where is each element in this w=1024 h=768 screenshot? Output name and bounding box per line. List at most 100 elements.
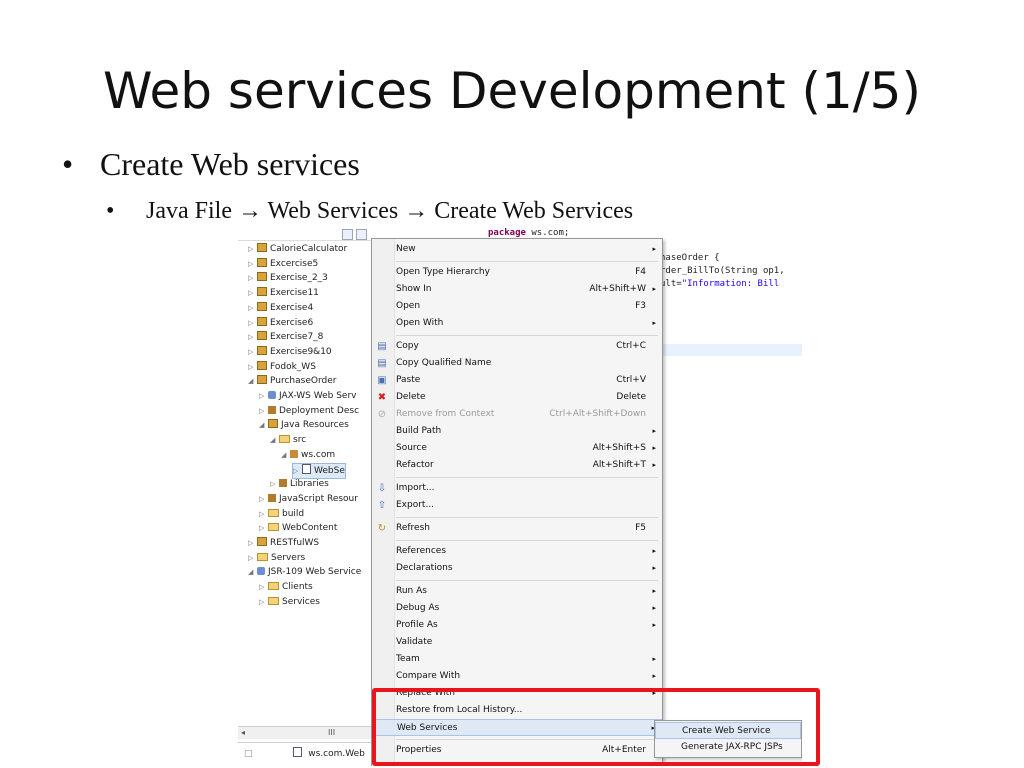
tree-item-label: Excercise5: [270, 258, 319, 269]
menu-item-debug-as[interactable]: Debug As ▸: [372, 600, 662, 617]
menu-item-refresh[interactable]: ↻ Refresh F5: [372, 520, 662, 537]
tree-item[interactable]: ◢ JSR-109 Web Service: [248, 565, 361, 579]
expand-twisty-icon[interactable]: ▷: [248, 551, 257, 565]
tree-item[interactable]: ◢ src: [270, 433, 306, 447]
menu-item-references[interactable]: References ▸: [372, 543, 662, 560]
menu-item-open-with[interactable]: Open With ▸: [372, 315, 662, 332]
expand-twisty-icon[interactable]: ◢: [248, 374, 257, 388]
tree-item[interactable]: ◢ ws.com: [281, 448, 335, 462]
expand-twisty-icon[interactable]: ▷: [259, 507, 268, 521]
expand-twisty-icon[interactable]: ▷: [248, 360, 257, 374]
expand-twisty-icon[interactable]: ▷: [259, 595, 268, 609]
slide-title: Web services Development (1/5): [103, 62, 921, 120]
expand-twisty-icon[interactable]: ▷: [248, 345, 257, 359]
expand-twisty-icon[interactable]: ◢: [281, 448, 290, 462]
expand-twisty-icon[interactable]: ▷: [259, 492, 268, 506]
menu-item-open-type-hierarchy[interactable]: Open Type Hierarchy F4: [372, 264, 662, 281]
tree-item-label: JAX-WS Web Serv: [279, 391, 357, 401]
menu-item-open[interactable]: Open F3: [372, 298, 662, 315]
expand-twisty-icon[interactable]: ▷: [248, 316, 257, 330]
scroll-left-icon[interactable]: ◂: [238, 727, 248, 739]
tree-item[interactable]: ▷ Excercise5: [248, 257, 318, 271]
expand-twisty-icon[interactable]: ▷: [248, 301, 257, 315]
menu-separator: [396, 261, 658, 262]
expand-twisty-icon[interactable]: ▷: [259, 404, 268, 418]
expand-twisty-icon[interactable]: ▷: [259, 521, 268, 535]
menu-item-validate[interactable]: Validate: [372, 634, 662, 651]
horizontal-scrollbar[interactable]: ◂ III: [238, 726, 374, 739]
menu-item-shortcut: Ctrl+C: [616, 341, 646, 351]
expand-twisty-icon[interactable]: ▷: [248, 257, 257, 271]
bullet-level-2: • Java File → Web Services → Create Web S…: [106, 198, 633, 225]
tree-item[interactable]: ◢ Java Resources: [259, 418, 349, 432]
tree-item[interactable]: ▷ Exercise11: [248, 286, 319, 300]
expand-twisty-icon[interactable]: ▷: [248, 271, 257, 285]
menu-item-copy[interactable]: ▤ Copy Ctrl+C: [372, 338, 662, 355]
tree-item[interactable]: ▷ Deployment Desc: [259, 404, 359, 418]
scroll-thumb-grip[interactable]: III: [328, 727, 335, 739]
tree-item[interactable]: ▷ WebContent: [259, 521, 337, 535]
expand-twisty-icon[interactable]: ◢: [248, 565, 257, 579]
menu-item-label: Show In: [396, 284, 432, 294]
tree-item[interactable]: ▷ Exercise4: [248, 301, 313, 315]
folder-icon: [268, 596, 279, 605]
tree-item[interactable]: ▷ Clients: [259, 580, 313, 594]
menu-item-label: Copy Qualified Name: [396, 358, 492, 368]
menu-item-build-path[interactable]: Build Path ▸: [372, 423, 662, 440]
bullet-text: Create Web services: [100, 146, 360, 182]
link-editor-icon[interactable]: [356, 229, 367, 240]
menu-item-declarations[interactable]: Declarations ▸: [372, 560, 662, 577]
menu-item-shortcut: Delete: [616, 392, 646, 402]
tree-item-label: build: [282, 508, 305, 519]
menu-item-run-as[interactable]: Run As ▸: [372, 583, 662, 600]
tree-item[interactable]: ▷ Exercise9&10: [248, 345, 332, 359]
tree-item[interactable]: ▷ JAX-WS Web Serv: [259, 389, 356, 403]
menu-item-source[interactable]: Source Alt+Shift+S ▸: [372, 440, 662, 457]
menu-item-refactor[interactable]: Refactor Alt+Shift+T ▸: [372, 457, 662, 474]
tree-item[interactable]: ▷ CalorieCalculator: [248, 242, 347, 256]
submenu-arrow-icon: ▸: [652, 604, 656, 612]
tree-item[interactable]: ▷ Servers: [248, 551, 305, 565]
expand-twisty-icon[interactable]: ▷: [248, 330, 257, 344]
tree-item-label: Clients: [282, 582, 313, 593]
tree-item[interactable]: ▷ Services: [259, 595, 320, 609]
menu-item-new[interactable]: New ▸: [372, 241, 662, 258]
menu-item-export[interactable]: ⇧ Export...: [372, 497, 662, 514]
tree-item[interactable]: ▷ Exercise_2_3: [248, 271, 328, 285]
collapse-all-icon[interactable]: [342, 229, 353, 240]
expand-twisty-icon[interactable]: ▷: [248, 242, 257, 256]
menu-item-team[interactable]: Team ▸: [372, 651, 662, 668]
tree-item[interactable]: ▷ Exercise7_8: [248, 330, 323, 344]
menu-item-delete[interactable]: ✖ Delete Delete: [372, 389, 662, 406]
menu-item-profile-as[interactable]: Profile As ▸: [372, 617, 662, 634]
tree-item[interactable]: ▷ Libraries: [270, 477, 329, 491]
menu-item-compare-with[interactable]: Compare With ▸: [372, 668, 662, 685]
menu-item-label: Copy: [396, 341, 419, 351]
submenu-arrow-icon: ▸: [652, 672, 656, 680]
paste-icon: ▣: [377, 375, 387, 386]
menu-item-import[interactable]: ⇩ Import...: [372, 480, 662, 497]
expand-twisty-icon[interactable]: ▷: [270, 477, 279, 491]
expand-twisty-icon[interactable]: ▷: [293, 464, 302, 478]
code-line-2: haseOrder {: [660, 253, 720, 263]
tree-item[interactable]: ▷ JavaScript Resour: [259, 492, 358, 506]
tree-item[interactable]: ▷ build: [259, 507, 304, 521]
tree-item-label: Libraries: [290, 479, 329, 490]
tree-item[interactable]: ▷ WebSe: [292, 462, 346, 479]
tree-item-label: Exercise11: [270, 288, 319, 299]
expand-twisty-icon[interactable]: ▷: [259, 580, 268, 594]
tree-item[interactable]: ◢ PurchaseOrder: [248, 374, 336, 388]
expand-twisty-icon[interactable]: ▷: [248, 286, 257, 300]
menu-separator: [396, 477, 658, 478]
expand-twisty-icon[interactable]: ◢: [259, 418, 268, 432]
tree-item[interactable]: ▷ Exercise6: [248, 316, 313, 330]
menu-item-remove-from-context[interactable]: ⊘ Remove from Context Ctrl+Alt+Shift+Down: [372, 406, 662, 423]
menu-item-show-in[interactable]: Show In Alt+Shift+W ▸: [372, 281, 662, 298]
menu-item-copy-qualified-name[interactable]: ▤ Copy Qualified Name: [372, 355, 662, 372]
expand-twisty-icon[interactable]: ▷: [248, 536, 257, 550]
tree-item[interactable]: ▷ RESTfulWS: [248, 536, 319, 550]
menu-item-paste[interactable]: ▣ Paste Ctrl+V: [372, 372, 662, 389]
expand-twisty-icon[interactable]: ▷: [259, 389, 268, 403]
tree-item[interactable]: ▷ Fodok_WS: [248, 360, 316, 374]
expand-twisty-icon[interactable]: ◢: [270, 433, 279, 447]
